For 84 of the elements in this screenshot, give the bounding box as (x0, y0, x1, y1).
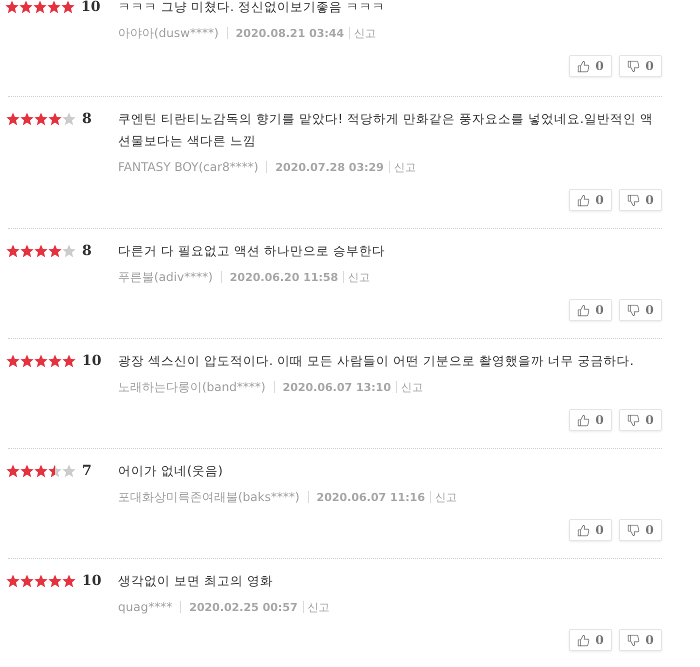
star-icon (20, 112, 34, 126)
thumbs-up-icon (577, 194, 590, 206)
review-date: 2020.07.28 03:29 (275, 160, 384, 174)
like-button[interactable]: 0 (569, 409, 612, 431)
review-text: ㅋㅋㅋ 그냥 미쳤다. 정신없이보기좋음 ㅋㅋㅋ (118, 0, 386, 14)
thumbs-down-icon (627, 60, 640, 72)
rating-score: 10 (82, 354, 102, 368)
like-button[interactable]: 0 (569, 629, 612, 651)
like-button[interactable]: 0 (569, 55, 612, 77)
thumbs-down-icon (627, 634, 640, 646)
user-name: 포대화상미륵존여래불(baks****) (118, 488, 300, 506)
star-icon (62, 574, 76, 588)
star-icon (6, 354, 20, 368)
like-button[interactable]: 0 (569, 299, 612, 321)
star-icon (34, 112, 48, 126)
review-text: 생각없이 보면 최고의 영화 (118, 572, 274, 590)
star-icon (62, 112, 76, 126)
star-icon (20, 354, 34, 368)
star-icon (47, 0, 61, 14)
star-icon (48, 574, 62, 588)
star-icon (62, 464, 76, 478)
dislike-button[interactable]: 0 (619, 189, 662, 211)
star-icon (48, 112, 62, 126)
star-icon (61, 0, 75, 14)
rating-score: 10 (82, 574, 102, 588)
review-date: 2020.06.07 11:16 (316, 490, 425, 504)
rating-score: 8 (82, 244, 92, 258)
star-icon (6, 244, 20, 258)
dislike-button[interactable]: 0 (619, 299, 662, 321)
review-text: 쿠엔틴 티란티노감독의 향기를 맡았다! 적당하게 만화같은 풍자요소를 넣었네요.일반적인 액션물보다는 색다른 느낌 (118, 110, 654, 150)
thumbs-up-icon (577, 304, 590, 316)
review-date: 2020.02.25 00:57 (189, 600, 298, 614)
report-link[interactable]: 신고 (401, 380, 423, 394)
review-date: 2020.08.21 03:44 (236, 26, 344, 40)
report-link[interactable]: 신고 (354, 26, 376, 40)
star-icon (33, 0, 47, 14)
star-icon (48, 354, 62, 368)
user-name: 아야아(dusw****) (118, 24, 219, 42)
star-icon (34, 244, 48, 258)
star-icon (6, 112, 20, 126)
review-text: 다른거 다 필요없고 액션 하나만으로 승부한다 (118, 242, 386, 260)
star-icon (48, 244, 62, 258)
star-icon (20, 464, 34, 478)
review-text: 어이가 없네(웃음) (118, 462, 224, 480)
review-date: 2020.06.07 13:10 (282, 380, 391, 394)
dislike-button[interactable]: 0 (619, 519, 662, 541)
thumbs-up-icon (577, 524, 590, 536)
star-icon (19, 0, 33, 14)
review-date: 2020.06.20 11:58 (230, 270, 338, 284)
thumbs-up-icon (577, 634, 590, 646)
user-name: quag**** (118, 600, 172, 614)
user-name: 푸른불(adiv****) (118, 268, 213, 286)
dislike-button[interactable]: 0 (619, 55, 662, 77)
star-icon (6, 574, 20, 588)
star-icon (20, 574, 34, 588)
report-link[interactable]: 신고 (308, 600, 330, 614)
like-button[interactable]: 0 (569, 519, 612, 541)
star-icon (20, 244, 34, 258)
like-button[interactable]: 0 (569, 189, 612, 211)
star-icon (34, 464, 48, 478)
thumbs-down-icon (627, 414, 640, 426)
report-link[interactable]: 신고 (394, 160, 416, 174)
star-icon (62, 244, 76, 258)
star-icon (34, 574, 48, 588)
thumbs-down-icon (627, 524, 640, 536)
star-icon (34, 354, 48, 368)
star-icon (62, 354, 76, 368)
report-link[interactable]: 신고 (348, 270, 370, 284)
user-name: FANTASY BOY(car8****) (118, 160, 258, 174)
report-link[interactable]: 신고 (434, 490, 457, 504)
thumbs-down-icon (627, 194, 640, 206)
thumbs-up-icon (577, 60, 590, 72)
rating-score: 10 (81, 0, 100, 14)
thumbs-up-icon (577, 414, 590, 426)
user-name: 노래하는다롱이(band****) (118, 378, 266, 396)
star-icon (6, 464, 20, 478)
star-icon (5, 0, 19, 14)
review-text: 광장 섹스신이 압도적이다. 이때 모든 사람들이 어떤 기분으로 촬영했을까 너무 궁금하다. (118, 352, 635, 370)
star-icon (48, 464, 62, 478)
dislike-button[interactable]: 0 (619, 629, 662, 651)
rating-score: 8 (82, 112, 92, 126)
dislike-button[interactable]: 0 (619, 409, 662, 431)
rating-score: 7 (82, 464, 92, 478)
thumbs-down-icon (627, 304, 640, 316)
